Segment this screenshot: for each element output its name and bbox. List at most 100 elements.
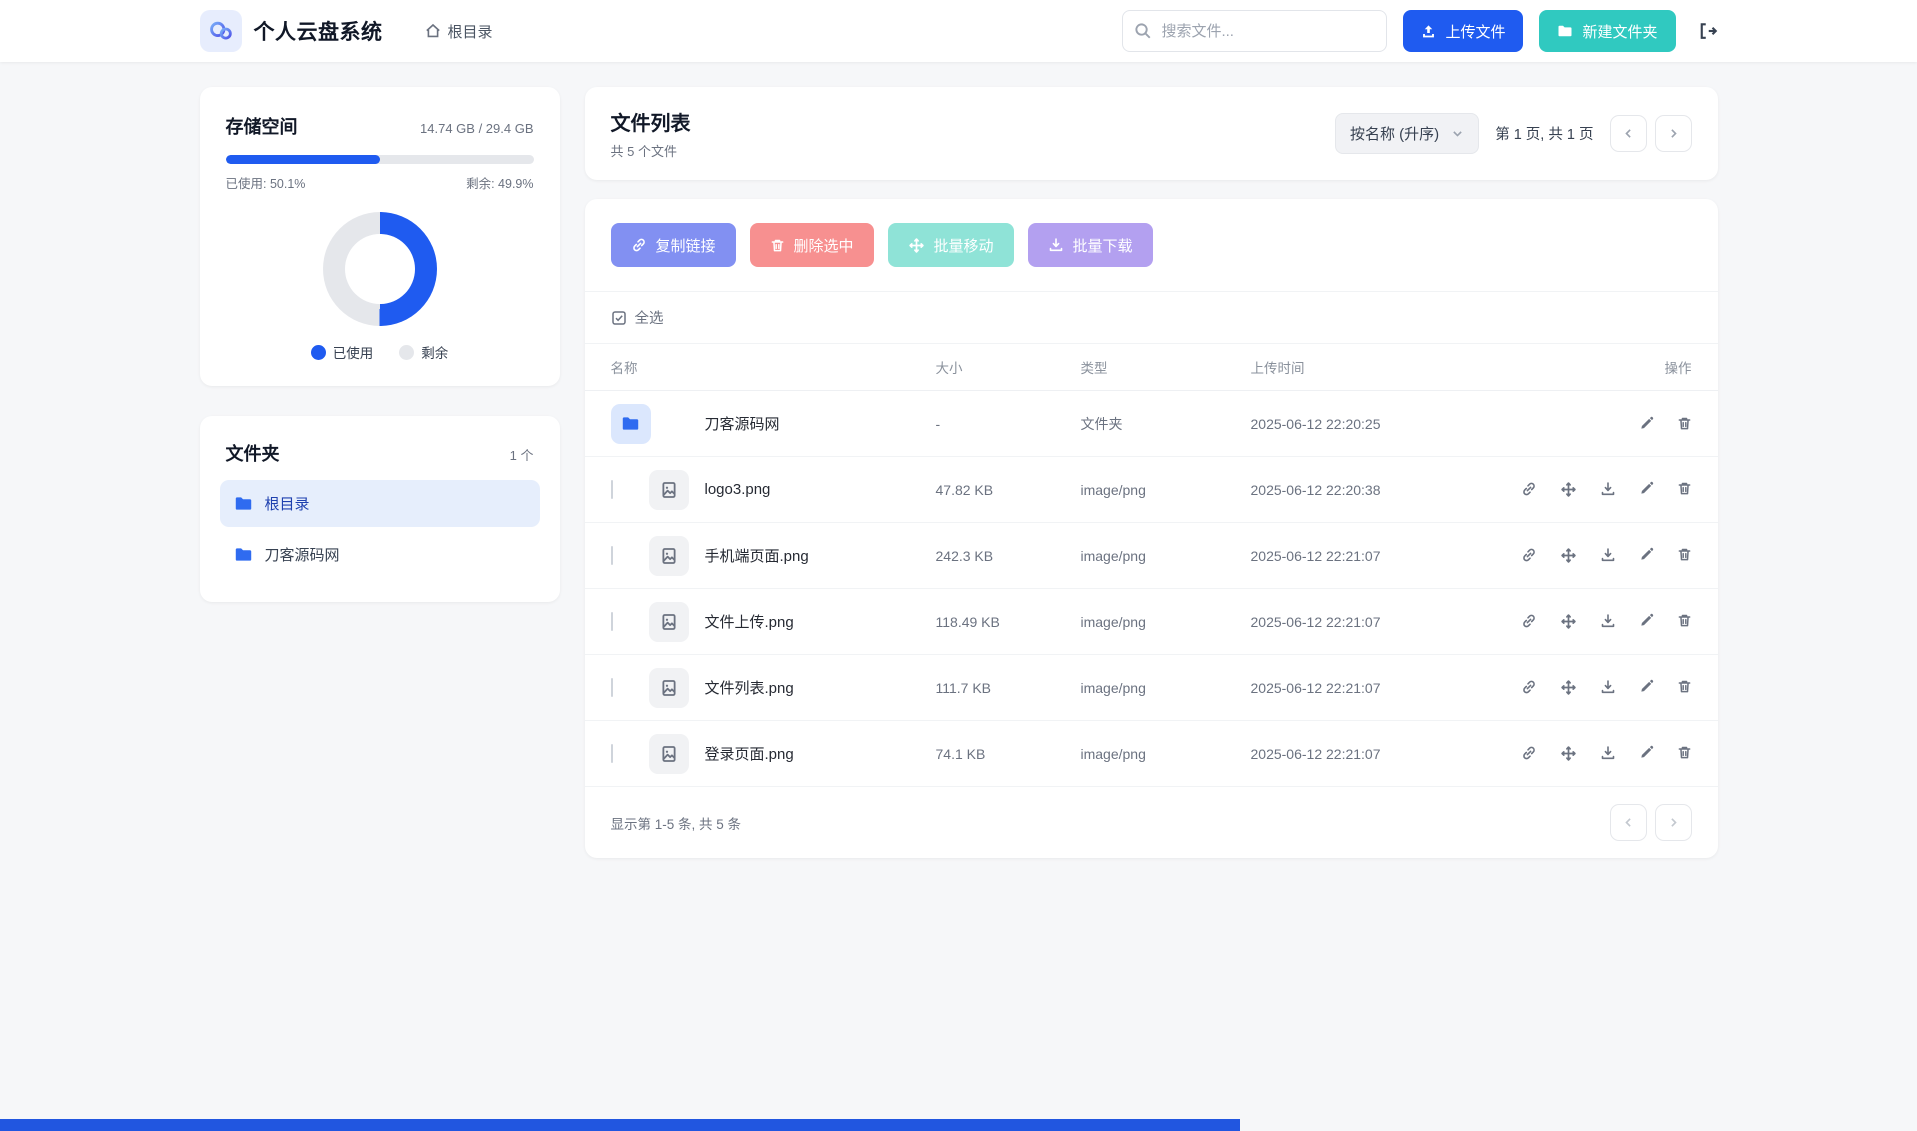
column-type: 类型 (1081, 357, 1251, 377)
link-icon[interactable] (1521, 613, 1537, 630)
bulk-button-download[interactable]: 批量下载 (1028, 223, 1153, 267)
edit-icon[interactable] (1639, 481, 1654, 498)
row-checkbox[interactable] (611, 480, 613, 499)
file-name[interactable]: 手机端页面.png (705, 545, 936, 566)
move-icon[interactable] (1560, 613, 1577, 630)
table-row[interactable]: 手机端页面.png 242.3 KB image/png 2025-06-12 … (585, 523, 1718, 589)
file-upload-time: 2025-06-12 22:21:07 (1251, 614, 1522, 630)
file-name[interactable]: 文件列表.png (705, 677, 936, 698)
link-icon[interactable] (1521, 481, 1537, 498)
row-checkbox[interactable] (611, 744, 613, 763)
cloud-logo-icon (207, 17, 235, 45)
delete-icon[interactable] (1677, 613, 1692, 630)
bulk-button-label: 删除选中 (794, 235, 854, 256)
move-icon[interactable] (1560, 679, 1577, 696)
folder-item[interactable]: 根目录 (220, 480, 540, 527)
edit-icon[interactable] (1639, 745, 1654, 762)
search-input[interactable] (1122, 10, 1387, 52)
file-name[interactable]: 登录页面.png (705, 743, 936, 764)
delete-icon[interactable] (1677, 416, 1692, 431)
folders-card: 文件夹 1 个 根目录刀客源码网 (200, 416, 560, 602)
bottom-strip (0, 1119, 1240, 1131)
row-checkbox[interactable] (611, 678, 613, 697)
link-icon[interactable] (1521, 679, 1537, 696)
file-name[interactable]: 刀客源码网 (705, 413, 936, 434)
folder-list: 根目录刀客源码网 (220, 480, 540, 578)
link-icon[interactable] (1521, 547, 1537, 564)
new-folder-button[interactable]: 新建文件夹 (1539, 10, 1675, 52)
column-size: 大小 (936, 357, 1081, 377)
download-icon[interactable] (1600, 481, 1616, 498)
file-upload-time: 2025-06-12 22:21:07 (1251, 548, 1522, 564)
column-time: 上传时间 (1251, 357, 1522, 377)
table-row[interactable]: 文件列表.png 111.7 KB image/png 2025-06-12 2… (585, 655, 1718, 721)
folders-count: 1 个 (510, 445, 534, 464)
app-logo (200, 10, 242, 52)
bulk-toolbar: 复制链接 删除选中 批量移动 批量下载 (585, 199, 1718, 292)
move-icon[interactable] (1560, 547, 1577, 564)
link-icon (631, 237, 647, 253)
row-checkbox[interactable] (611, 612, 613, 631)
folder-icon (611, 404, 651, 444)
footer-next-page-button[interactable] (1655, 804, 1692, 841)
bulk-button-move[interactable]: 批量移动 (888, 223, 1014, 267)
chevron-right-icon (1667, 816, 1680, 829)
table-row[interactable]: 刀客源码网 - 文件夹 2025-06-12 22:20:25 (585, 391, 1718, 457)
sort-select[interactable]: 按名称 (升序) (1335, 113, 1479, 154)
move-icon[interactable] (1560, 745, 1577, 762)
page-info: 第 1 页, 共 1 页 (1495, 123, 1593, 144)
file-size: 47.82 KB (936, 482, 1081, 498)
chevron-left-icon (1622, 127, 1635, 140)
bulk-button-link[interactable]: 复制链接 (611, 223, 736, 267)
column-actions: 操作 (1522, 357, 1692, 377)
delete-icon[interactable] (1677, 547, 1692, 564)
home-icon (425, 23, 441, 39)
file-name[interactable]: logo3.png (705, 481, 936, 498)
download-icon[interactable] (1600, 679, 1616, 696)
file-upload-time: 2025-06-12 22:20:38 (1251, 482, 1522, 498)
row-checkbox[interactable] (611, 546, 613, 565)
file-type: 文件夹 (1081, 414, 1251, 434)
select-all-label: 全选 (635, 307, 664, 328)
app-title: 个人云盘系统 (254, 16, 383, 46)
folders-title: 文件夹 (226, 440, 280, 466)
prev-page-button[interactable] (1610, 115, 1647, 152)
link-icon[interactable] (1521, 745, 1537, 762)
table-row[interactable]: 登录页面.png 74.1 KB image/png 2025-06-12 22… (585, 721, 1718, 787)
select-all-control[interactable]: 全选 (611, 307, 664, 328)
file-upload-time: 2025-06-12 22:21:07 (1251, 746, 1522, 762)
folder-item-label: 根目录 (265, 493, 310, 514)
bulk-button-delete[interactable]: 删除选中 (750, 223, 874, 267)
row-actions (1522, 416, 1692, 431)
list-footer: 显示第 1-5 条, 共 5 条 (585, 787, 1718, 858)
download-icon[interactable] (1600, 547, 1616, 564)
image-file-icon (649, 668, 689, 708)
move-icon[interactable] (1560, 481, 1577, 498)
delete-icon[interactable] (1677, 679, 1692, 696)
table-row[interactable]: 文件上传.png 118.49 KB image/png 2025-06-12 … (585, 589, 1718, 655)
download-icon[interactable] (1600, 745, 1616, 762)
bulk-button-label: 批量移动 (934, 235, 994, 256)
next-page-button[interactable] (1655, 115, 1692, 152)
breadcrumb[interactable]: 根目录 (425, 21, 493, 42)
footer-prev-page-button[interactable] (1610, 804, 1647, 841)
search-icon (1134, 22, 1152, 40)
upload-file-button[interactable]: 上传文件 (1403, 10, 1523, 52)
download-icon[interactable] (1600, 613, 1616, 630)
edit-icon[interactable] (1639, 613, 1654, 630)
logout-icon[interactable] (1698, 21, 1718, 41)
file-upload-time: 2025-06-12 22:20:25 (1251, 416, 1522, 432)
chevron-down-icon (1451, 127, 1464, 140)
edit-icon[interactable] (1639, 679, 1654, 696)
filelist-title: 文件列表 (611, 107, 691, 136)
file-name[interactable]: 文件上传.png (705, 611, 936, 632)
delete-icon[interactable] (1677, 481, 1692, 498)
table-row[interactable]: logo3.png 47.82 KB image/png 2025-06-12 … (585, 457, 1718, 523)
edit-icon[interactable] (1639, 416, 1654, 431)
edit-icon[interactable] (1639, 547, 1654, 564)
file-type: image/png (1081, 548, 1251, 564)
storage-title: 存储空间 (226, 113, 298, 139)
delete-icon[interactable] (1677, 745, 1692, 762)
storage-free-label: 剩余: 49.9% (466, 173, 533, 192)
folder-item[interactable]: 刀客源码网 (220, 531, 540, 578)
